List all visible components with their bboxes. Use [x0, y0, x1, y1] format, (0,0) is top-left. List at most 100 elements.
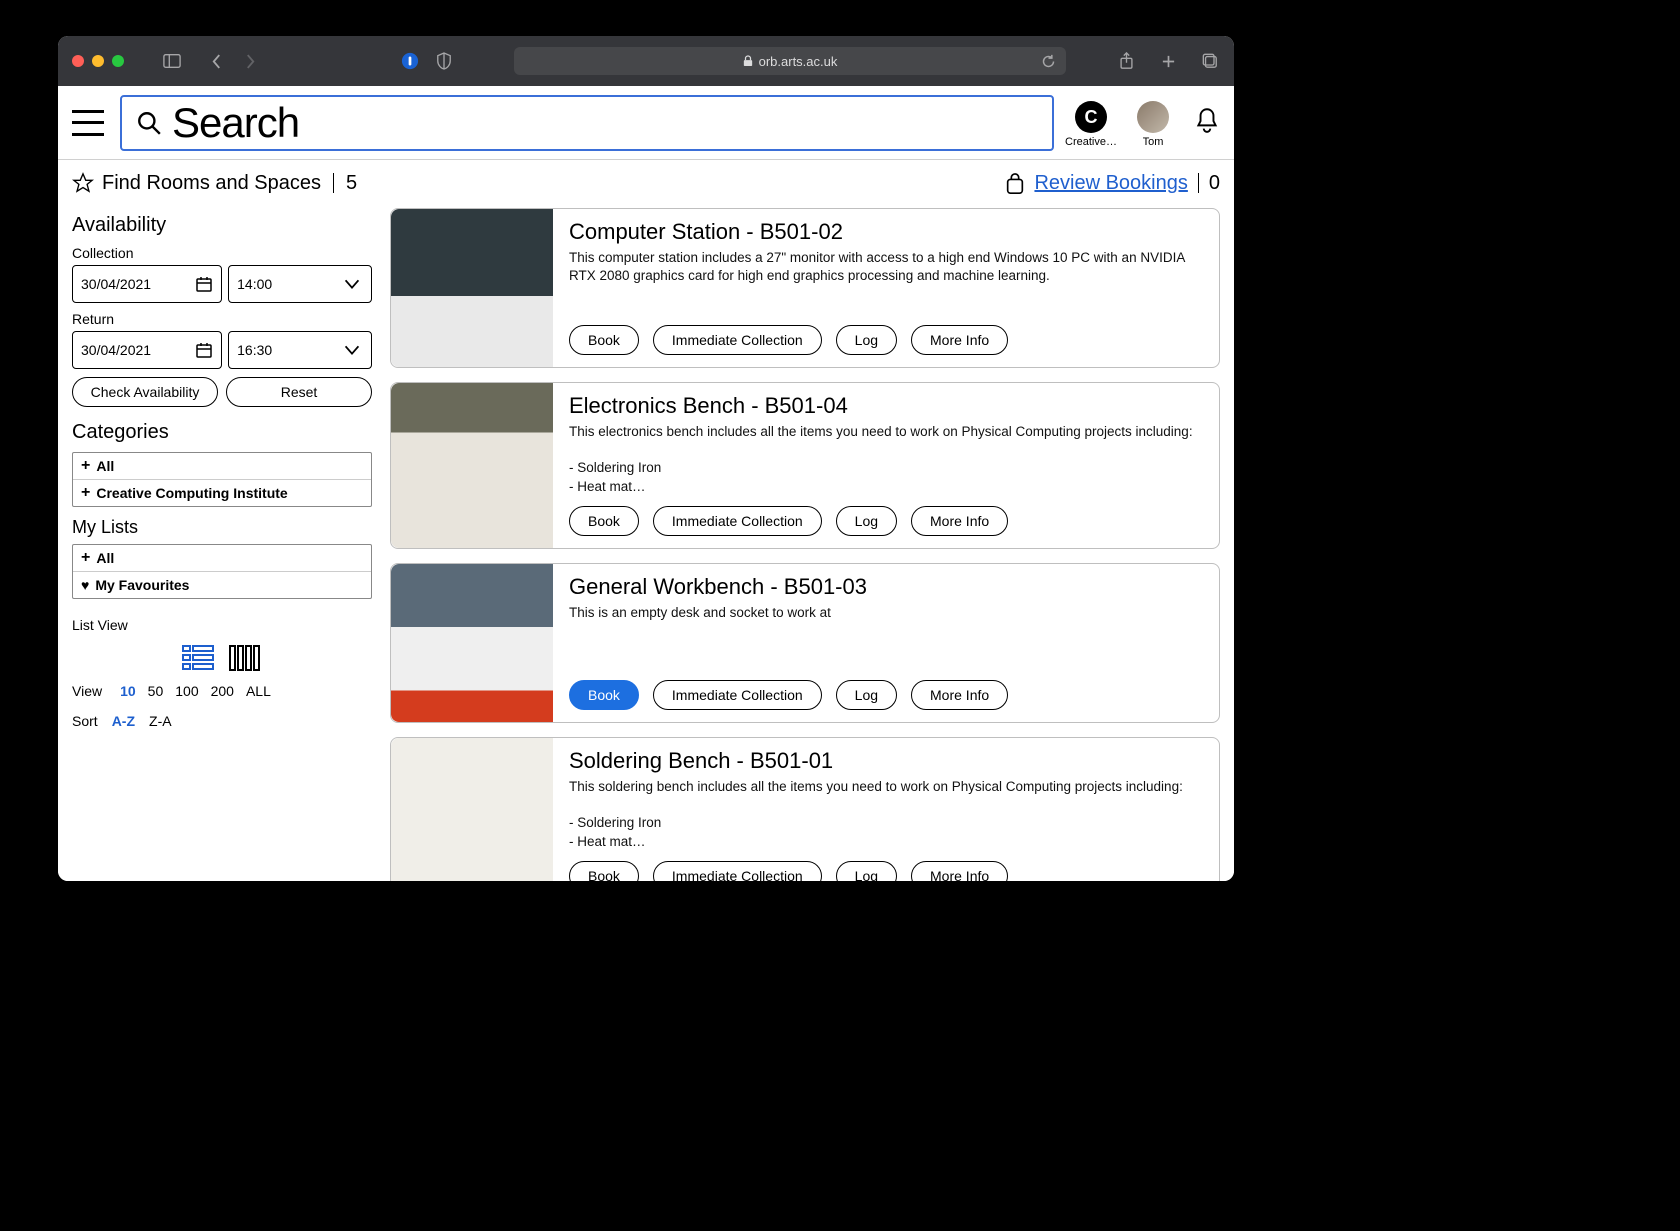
- calendar-icon: [195, 341, 213, 359]
- reset-button[interactable]: Reset: [226, 377, 372, 407]
- check-availability-button[interactable]: Check Availability: [72, 377, 218, 407]
- immediate-collection-button[interactable]: Immediate Collection: [653, 325, 822, 355]
- result-title[interactable]: Soldering Bench - B501-01: [569, 748, 1203, 774]
- result-description: This is an empty desk and socket to work…: [569, 604, 1203, 622]
- chevron-down-icon: [341, 339, 363, 361]
- collection-date-field[interactable]: 30/04/2021: [72, 265, 222, 303]
- log-button[interactable]: Log: [836, 861, 897, 881]
- calendar-icon: [195, 275, 213, 293]
- view-option[interactable]: 200: [211, 683, 234, 699]
- bookings-count: 0: [1209, 172, 1220, 195]
- user-avatar: [1137, 101, 1169, 133]
- collection-label: Collection: [72, 245, 372, 261]
- category-item-all[interactable]: +All: [73, 453, 371, 479]
- result-description: This soldering bench includes all the it…: [569, 778, 1203, 851]
- collection-time-value: 14:00: [237, 276, 272, 292]
- return-date-field[interactable]: 30/04/2021: [72, 331, 222, 369]
- result-title[interactable]: General Workbench - B501-03: [569, 574, 1203, 600]
- view-option[interactable]: ALL: [246, 683, 271, 699]
- result-card: General Workbench - B501-03 This is an em…: [390, 563, 1220, 723]
- tab-overview-icon[interactable]: [1200, 51, 1220, 71]
- more-info-button[interactable]: More Info: [911, 861, 1008, 881]
- collection-time-field[interactable]: 14:00: [228, 265, 372, 303]
- book-button[interactable]: Book: [569, 506, 639, 536]
- browser-title-bar: orb.arts.ac.uk: [58, 36, 1234, 86]
- org-label: Creative …: [1065, 136, 1117, 148]
- log-button[interactable]: Log: [836, 680, 897, 710]
- url-text: orb.arts.ac.uk: [759, 54, 838, 69]
- close-window-button[interactable]: [72, 55, 84, 67]
- view-option[interactable]: 50: [148, 683, 164, 699]
- log-button[interactable]: Log: [836, 325, 897, 355]
- notifications-button[interactable]: [1194, 101, 1220, 139]
- privacy-report-icon[interactable]: [434, 51, 454, 71]
- return-date-value: 30/04/2021: [81, 342, 151, 358]
- sort-option[interactable]: A-Z: [112, 713, 135, 729]
- more-info-button[interactable]: More Info: [911, 506, 1008, 536]
- results-list: Computer Station - B501-02This computer …: [390, 208, 1220, 881]
- result-count: 5: [346, 172, 357, 195]
- heart-icon: ♥: [81, 577, 89, 593]
- view-label: View: [72, 683, 102, 699]
- sidebar-toggle-icon[interactable]: [162, 51, 182, 71]
- immediate-collection-button[interactable]: Immediate Collection: [653, 861, 822, 881]
- sort-option[interactable]: Z-A: [149, 713, 172, 729]
- search-field-wrap[interactable]: [120, 95, 1054, 151]
- mylist-item-favourites[interactable]: ♥My Favourites: [73, 571, 371, 598]
- immediate-collection-button[interactable]: Immediate Collection: [653, 506, 822, 536]
- expand-icon: +: [81, 458, 90, 474]
- result-thumbnail: [391, 209, 553, 367]
- minimize-window-button[interactable]: [92, 55, 104, 67]
- share-icon[interactable]: [1116, 51, 1136, 71]
- filters-sidebar: Availability Collection 30/04/2021 14:00…: [72, 208, 372, 881]
- availability-heading: Availability: [72, 214, 372, 237]
- expand-icon: +: [81, 550, 90, 566]
- menu-button[interactable]: [72, 110, 104, 136]
- book-button[interactable]: Book: [569, 861, 639, 881]
- return-time-value: 16:30: [237, 342, 272, 358]
- org-switcher[interactable]: C Creative …: [1070, 101, 1112, 148]
- forward-button[interactable]: [240, 51, 260, 71]
- new-tab-icon[interactable]: [1158, 51, 1178, 71]
- search-input[interactable]: [172, 99, 1038, 147]
- more-info-button[interactable]: More Info: [911, 325, 1008, 355]
- categories-heading: Categories: [72, 421, 372, 444]
- result-card: Electronics Bench - B501-04 This electron…: [390, 382, 1220, 549]
- url-bar[interactable]: orb.arts.ac.uk: [514, 47, 1066, 75]
- result-thumbnail: [391, 383, 553, 548]
- result-description: This electronics bench includes all the …: [569, 423, 1203, 496]
- user-menu[interactable]: Tom: [1132, 101, 1174, 148]
- return-time-field[interactable]: 16:30: [228, 331, 372, 369]
- book-button[interactable]: Book: [569, 680, 639, 710]
- grid-view-icon[interactable]: [228, 643, 260, 673]
- mylist-item-all[interactable]: +All: [73, 545, 371, 571]
- categories-box: +All +Creative Computing Institute: [72, 452, 372, 507]
- onepassword-extension-icon[interactable]: [400, 51, 420, 71]
- log-button[interactable]: Log: [836, 506, 897, 536]
- more-info-button[interactable]: More Info: [911, 680, 1008, 710]
- result-thumbnail: [391, 738, 553, 881]
- org-avatar: C: [1075, 101, 1107, 133]
- view-option[interactable]: 10: [120, 683, 136, 699]
- search-icon: [136, 110, 162, 136]
- result-card: Soldering Bench - B501-01 This soldering …: [390, 737, 1220, 881]
- user-name: Tom: [1143, 136, 1164, 148]
- book-button[interactable]: Book: [569, 325, 639, 355]
- maximize-window-button[interactable]: [112, 55, 124, 67]
- immediate-collection-button[interactable]: Immediate Collection: [653, 680, 822, 710]
- listview-heading: List View: [72, 617, 372, 633]
- result-title[interactable]: Electronics Bench - B501-04: [569, 393, 1203, 419]
- view-option[interactable]: 100: [175, 683, 198, 699]
- result-title[interactable]: Computer Station - B501-02: [569, 219, 1203, 245]
- collection-date-value: 30/04/2021: [81, 276, 151, 292]
- list-view-icon[interactable]: [182, 643, 214, 673]
- chevron-down-icon: [341, 273, 363, 295]
- reload-icon[interactable]: [1041, 54, 1056, 69]
- return-label: Return: [72, 311, 372, 327]
- sub-header: Find Rooms and Spaces 5 Review Bookings …: [58, 164, 1234, 202]
- star-icon[interactable]: [72, 172, 94, 194]
- mylists-box: +All ♥My Favourites: [72, 544, 372, 599]
- category-item-cci[interactable]: +Creative Computing Institute: [73, 479, 371, 506]
- back-button[interactable]: [206, 51, 226, 71]
- review-bookings-link[interactable]: Review Bookings: [1034, 172, 1187, 195]
